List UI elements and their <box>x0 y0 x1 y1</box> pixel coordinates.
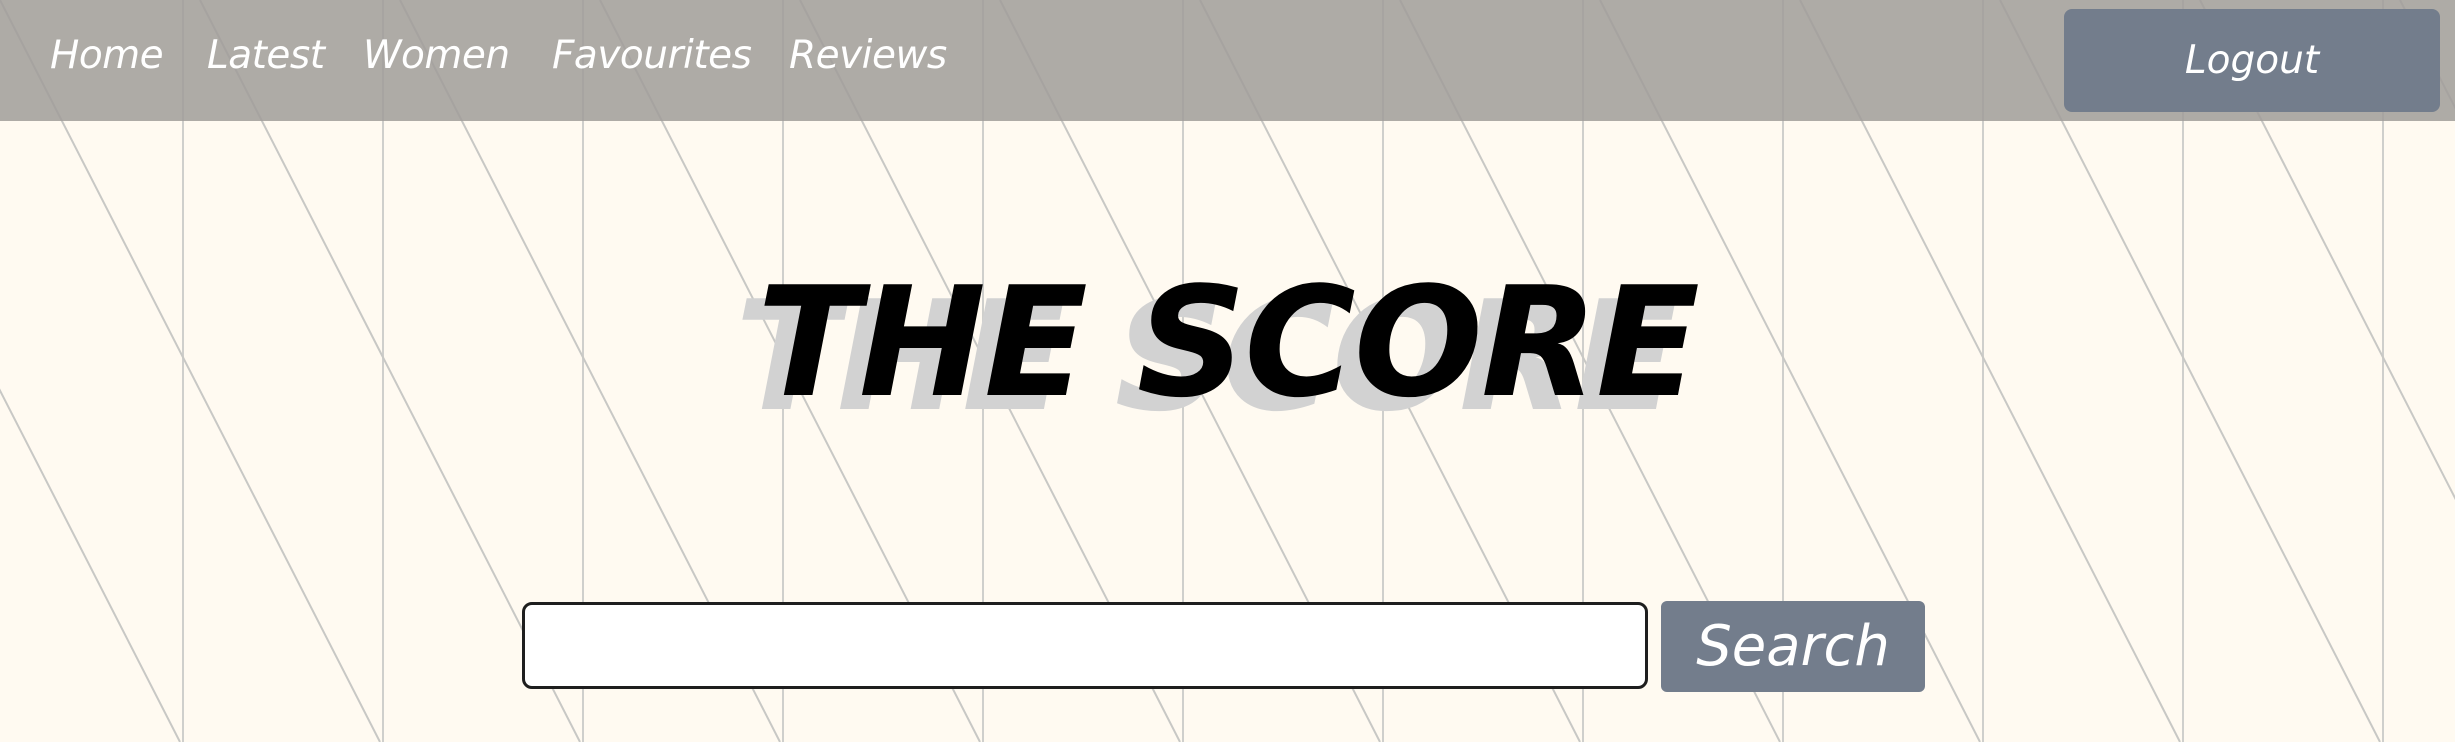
nav-link-home[interactable]: Home <box>50 30 164 82</box>
logout-button[interactable]: Logout <box>2064 9 2440 112</box>
nav-link-favourites[interactable]: Favourites <box>552 30 752 82</box>
search-button[interactable]: Search <box>1661 601 1925 692</box>
top-navbar: Home Latest Women Favourites Reviews Log… <box>0 0 2455 121</box>
search-input[interactable] <box>522 602 1648 689</box>
page-title: THE SCORE <box>757 254 1700 431</box>
nav-link-reviews[interactable]: Reviews <box>789 30 947 82</box>
nav-link-latest[interactable]: Latest <box>207 30 325 82</box>
nav-link-women[interactable]: Women <box>363 30 510 82</box>
